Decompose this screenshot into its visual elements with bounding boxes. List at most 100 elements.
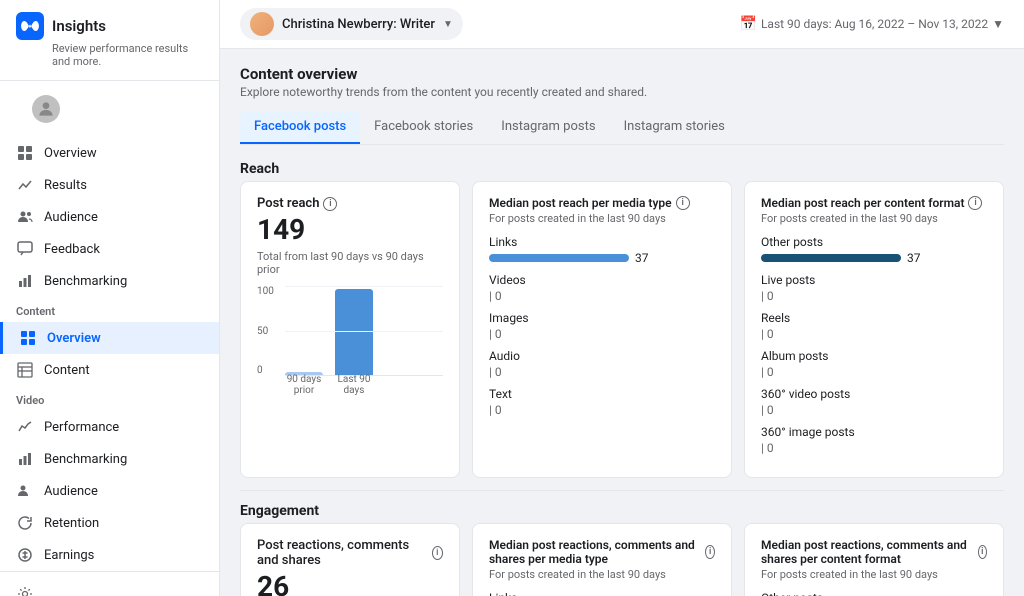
settings-icon xyxy=(16,585,34,596)
metric-links-bar xyxy=(489,254,629,262)
median-media-card: Median post reach per media type i For p… xyxy=(472,181,732,478)
logo: Insights xyxy=(16,12,203,40)
app-title: Insights xyxy=(52,17,106,35)
metric-360-image: 360° image posts | 0 xyxy=(761,425,987,455)
sidebar-item-feedback[interactable]: Feedback xyxy=(0,233,219,265)
calendar-icon: 📅 xyxy=(740,16,757,32)
metric-links-bar-wrap: 37 xyxy=(489,251,715,265)
eng-median-media-info-icon[interactable]: i xyxy=(705,545,715,559)
metric-audio-bar-wrap: | 0 xyxy=(489,365,715,379)
engagement-title: Engagement xyxy=(240,503,1004,519)
reach-title: Reach xyxy=(240,161,1004,177)
retention-icon xyxy=(16,514,34,532)
reach-section: Reach Post reach i 149 Total from last 9… xyxy=(240,161,1004,478)
metric-reels: Reels | 0 xyxy=(761,311,987,341)
gridline-top xyxy=(285,286,443,287)
bar-current-bar xyxy=(335,289,373,375)
eng-metric-other-posts: Other posts 2 xyxy=(761,591,987,596)
grid-icon xyxy=(16,144,34,162)
sidebar-item-retention[interactable]: Retention xyxy=(0,507,219,539)
median-format-info-icon[interactable]: i xyxy=(968,196,982,210)
post-reach-info-icon[interactable]: i xyxy=(323,197,337,211)
results-icon xyxy=(16,176,34,194)
median-media-info-icon[interactable]: i xyxy=(676,196,690,210)
median-format-card: Median post reach per content format i F… xyxy=(744,181,1004,478)
metric-videos: Videos | 0 xyxy=(489,273,715,303)
metric-live-posts: Live posts | 0 xyxy=(761,273,987,303)
sidebar-video-nav: Performance Benchmarking Audience Retent… xyxy=(0,411,219,571)
bars-container xyxy=(285,286,443,376)
sidebar-header: Insights Review performance results and … xyxy=(0,0,219,81)
metric-images-bar-wrap: | 0 xyxy=(489,327,715,341)
sidebar-item-audience2[interactable]: Audience xyxy=(0,475,219,507)
video-section-label: Video xyxy=(0,386,219,411)
eng-median-media-sub: For posts created in the last 90 days xyxy=(489,568,715,581)
main-content: Christina Newberry: Writer ▼ 📅 Last 90 d… xyxy=(220,0,1024,596)
topbar: Christina Newberry: Writer ▼ 📅 Last 90 d… xyxy=(220,0,1024,49)
sidebar-item-content[interactable]: Content xyxy=(0,354,219,386)
post-reach-value: 149 xyxy=(257,213,443,246)
audience-icon xyxy=(16,208,34,226)
sidebar-item-audience[interactable]: Audience xyxy=(0,201,219,233)
bar-current xyxy=(335,289,373,375)
eng-median-media-card: Median post reactions, comments and shar… xyxy=(472,523,732,596)
sidebar-item-performance[interactable]: Performance xyxy=(0,411,219,443)
engagement-info-icon[interactable]: i xyxy=(432,546,443,560)
metric-other-posts-bar xyxy=(761,254,901,262)
post-reach-label: Post reach i xyxy=(257,196,443,211)
section-divider xyxy=(240,490,1004,491)
content-overview-icon xyxy=(19,329,37,347)
tab-fb-posts[interactable]: Facebook posts xyxy=(240,111,360,144)
sidebar-item-content-overview[interactable]: Overview xyxy=(0,322,219,354)
metric-text: Text | 0 xyxy=(489,387,715,417)
engagement-label: Post reactions, comments and shares i xyxy=(257,538,443,568)
tab-fb-stories[interactable]: Facebook stories xyxy=(360,111,487,144)
metric-reels-bar-wrap: | 0 xyxy=(761,327,987,341)
sidebar-item-benchmarking[interactable]: Benchmarking xyxy=(0,265,219,297)
metric-text-bar-wrap: | 0 xyxy=(489,403,715,417)
sidebar-avatar xyxy=(32,95,60,123)
tab-ig-stories[interactable]: Instagram stories xyxy=(610,111,739,144)
eng-median-format-sub: For posts created in the last 90 days xyxy=(761,568,987,581)
user-dropdown-icon: ▼ xyxy=(443,19,453,30)
benchmarking-icon xyxy=(16,272,34,290)
metric-album-posts-bar-wrap: | 0 xyxy=(761,365,987,379)
performance-icon xyxy=(16,418,34,436)
sidebar-item-results[interactable]: Results xyxy=(0,169,219,201)
user-selector[interactable]: Christina Newberry: Writer ▼ xyxy=(240,8,463,40)
feedback-icon xyxy=(16,240,34,258)
sidebar-settings[interactable] xyxy=(0,578,219,596)
tab-ig-posts[interactable]: Instagram posts xyxy=(487,111,609,144)
sidebar-item-overview[interactable]: Overview xyxy=(0,137,219,169)
earnings-icon xyxy=(16,546,34,564)
eng-median-format-title: Median post reactions, comments and shar… xyxy=(761,538,987,566)
sidebar-content-nav: Overview Content xyxy=(0,322,219,386)
date-range-selector[interactable]: 📅 Last 90 days: Aug 16, 2022 – Nov 13, 2… xyxy=(740,16,1004,32)
eng-metric-links: Links 2 xyxy=(489,591,715,596)
metric-live-posts-bar-wrap: | 0 xyxy=(761,289,987,303)
metric-images: Images | 0 xyxy=(489,311,715,341)
metric-360-image-bar-wrap: | 0 xyxy=(761,441,987,455)
gridline-mid xyxy=(285,331,443,332)
eng-median-format-info-icon[interactable]: i xyxy=(978,545,987,559)
content-tabs: Facebook posts Facebook stories Instagra… xyxy=(240,111,1004,145)
sidebar-item-earnings[interactable]: Earnings xyxy=(0,539,219,571)
sidebar-avatar-area xyxy=(0,81,219,137)
reach-chart: 100 50 0 xyxy=(257,286,443,396)
sidebar-top-nav: Overview Results Audience Feedback Bench… xyxy=(0,137,219,297)
content-section-label: Content xyxy=(0,297,219,322)
engagement-value: 26 xyxy=(257,570,443,596)
date-range-text: Last 90 days: Aug 16, 2022 – Nov 13, 202… xyxy=(761,17,988,31)
metric-links: Links 37 xyxy=(489,235,715,265)
metric-audio: Audio | 0 xyxy=(489,349,715,379)
median-format-sub: For posts created in the last 90 days xyxy=(761,212,987,225)
median-media-sub: For posts created in the last 90 days xyxy=(489,212,715,225)
eng-median-media-title: Median post reactions, comments and shar… xyxy=(489,538,715,566)
reach-cards-row: Post reach i 149 Total from last 90 days… xyxy=(240,181,1004,478)
sidebar-bottom xyxy=(0,571,219,596)
user-avatar xyxy=(250,12,274,36)
benchmarking2-icon xyxy=(16,450,34,468)
sidebar-item-benchmarking2[interactable]: Benchmarking xyxy=(0,443,219,475)
audience2-icon xyxy=(16,482,34,500)
user-name: Christina Newberry: Writer xyxy=(282,17,435,32)
